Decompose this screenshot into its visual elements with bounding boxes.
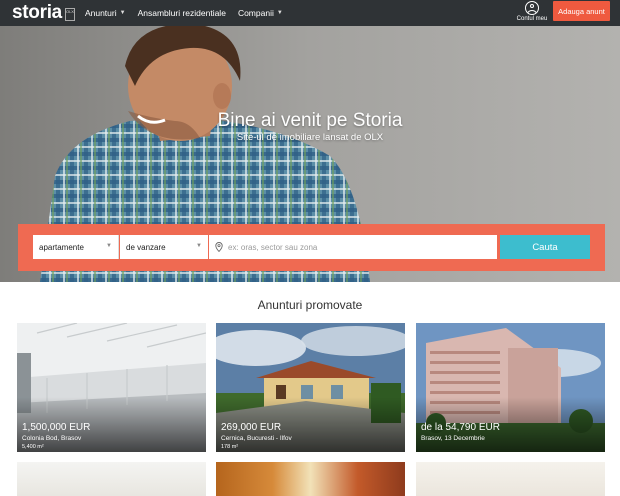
caret-down-icon: ▼ (119, 10, 126, 16)
menu-item-companii[interactable]: Companii ▼ (238, 8, 283, 18)
hero-subtitle: Site-ul de imobiliare lansat de OLX (236, 132, 384, 143)
menu-item-label: Companii (237, 8, 274, 18)
listing-location: Brasov, 13 Decembrie (421, 435, 485, 442)
property-type-value: apartamente (39, 242, 84, 252)
listing-price: 269,000 EUR (221, 422, 282, 433)
page: storia OLX Anunturi ▼ Ansambluri reziden… (0, 0, 620, 496)
transaction-select[interactable]: de vanzare ▼ (120, 235, 208, 259)
listing-card-partial[interactable] (216, 462, 405, 496)
search-button[interactable]: Cauta (500, 235, 590, 259)
listing-location: Cernica, Bucuresti - Ilfov (221, 435, 292, 442)
location-input[interactable] (228, 242, 488, 252)
listing-card[interactable]: de la 54,790 EUR Brasov, 13 Decembrie (416, 323, 605, 452)
menu-item-label: Ansambluri rezidentiale (137, 8, 226, 18)
caret-down-icon: ▼ (276, 10, 283, 16)
chevron-down-icon: ▼ (106, 243, 112, 249)
listing-price: de la 54,790 EUR (421, 422, 500, 433)
olx-badge: OLX (64, 8, 75, 21)
menu-item-anunturi[interactable]: Anunturi ▼ (85, 8, 126, 18)
listing-card[interactable]: 1,500,000 EUR Colonia Bod, Brasov 5,400 … (17, 323, 206, 452)
promoted-listings-title: Anunturi promovate (257, 298, 363, 312)
listing-area: 5,400 m² (22, 444, 44, 450)
account-link[interactable]: Contul meu (515, 0, 549, 26)
account-label: Contul meu (516, 16, 548, 22)
main-menu: Anunturi ▼ Ansambluri rezidentiale Compa… (85, 8, 295, 18)
hero-banner: Bine ai venit pe Storia Site-ul de imobi… (0, 26, 620, 282)
menu-item-ansambluri[interactable]: Ansambluri rezidentiale (138, 8, 226, 18)
logo-text: storia (12, 2, 62, 23)
listing-card-partial[interactable] (17, 462, 206, 496)
search-bar: apartamente ▼ de vanzare ▼ Cauta (18, 224, 605, 271)
listing-area: 178 m² (221, 444, 239, 450)
listing-card-partial[interactable] (416, 462, 605, 496)
map-pin-icon (215, 242, 223, 252)
location-field (209, 235, 497, 259)
add-listing-button[interactable]: Adauga anunt (553, 1, 610, 21)
listing-price: 1,500,000 EUR (22, 422, 91, 433)
menu-item-label: Anunturi (84, 8, 117, 18)
storia-logo[interactable]: storia OLX (12, 0, 75, 26)
transaction-value: de vanzare (126, 242, 166, 252)
top-nav: storia OLX Anunturi ▼ Ansambluri reziden… (0, 0, 620, 26)
hero-title: Bine ai venit pe Storia (217, 110, 403, 131)
property-type-select[interactable]: apartamente ▼ (33, 235, 119, 259)
chevron-down-icon: ▼ (196, 243, 202, 249)
listing-card[interactable]: 269,000 EUR Cernica, Bucuresti - Ilfov 1… (216, 323, 405, 452)
listing-location: Colonia Bod, Brasov (22, 435, 82, 442)
user-icon (525, 1, 539, 15)
